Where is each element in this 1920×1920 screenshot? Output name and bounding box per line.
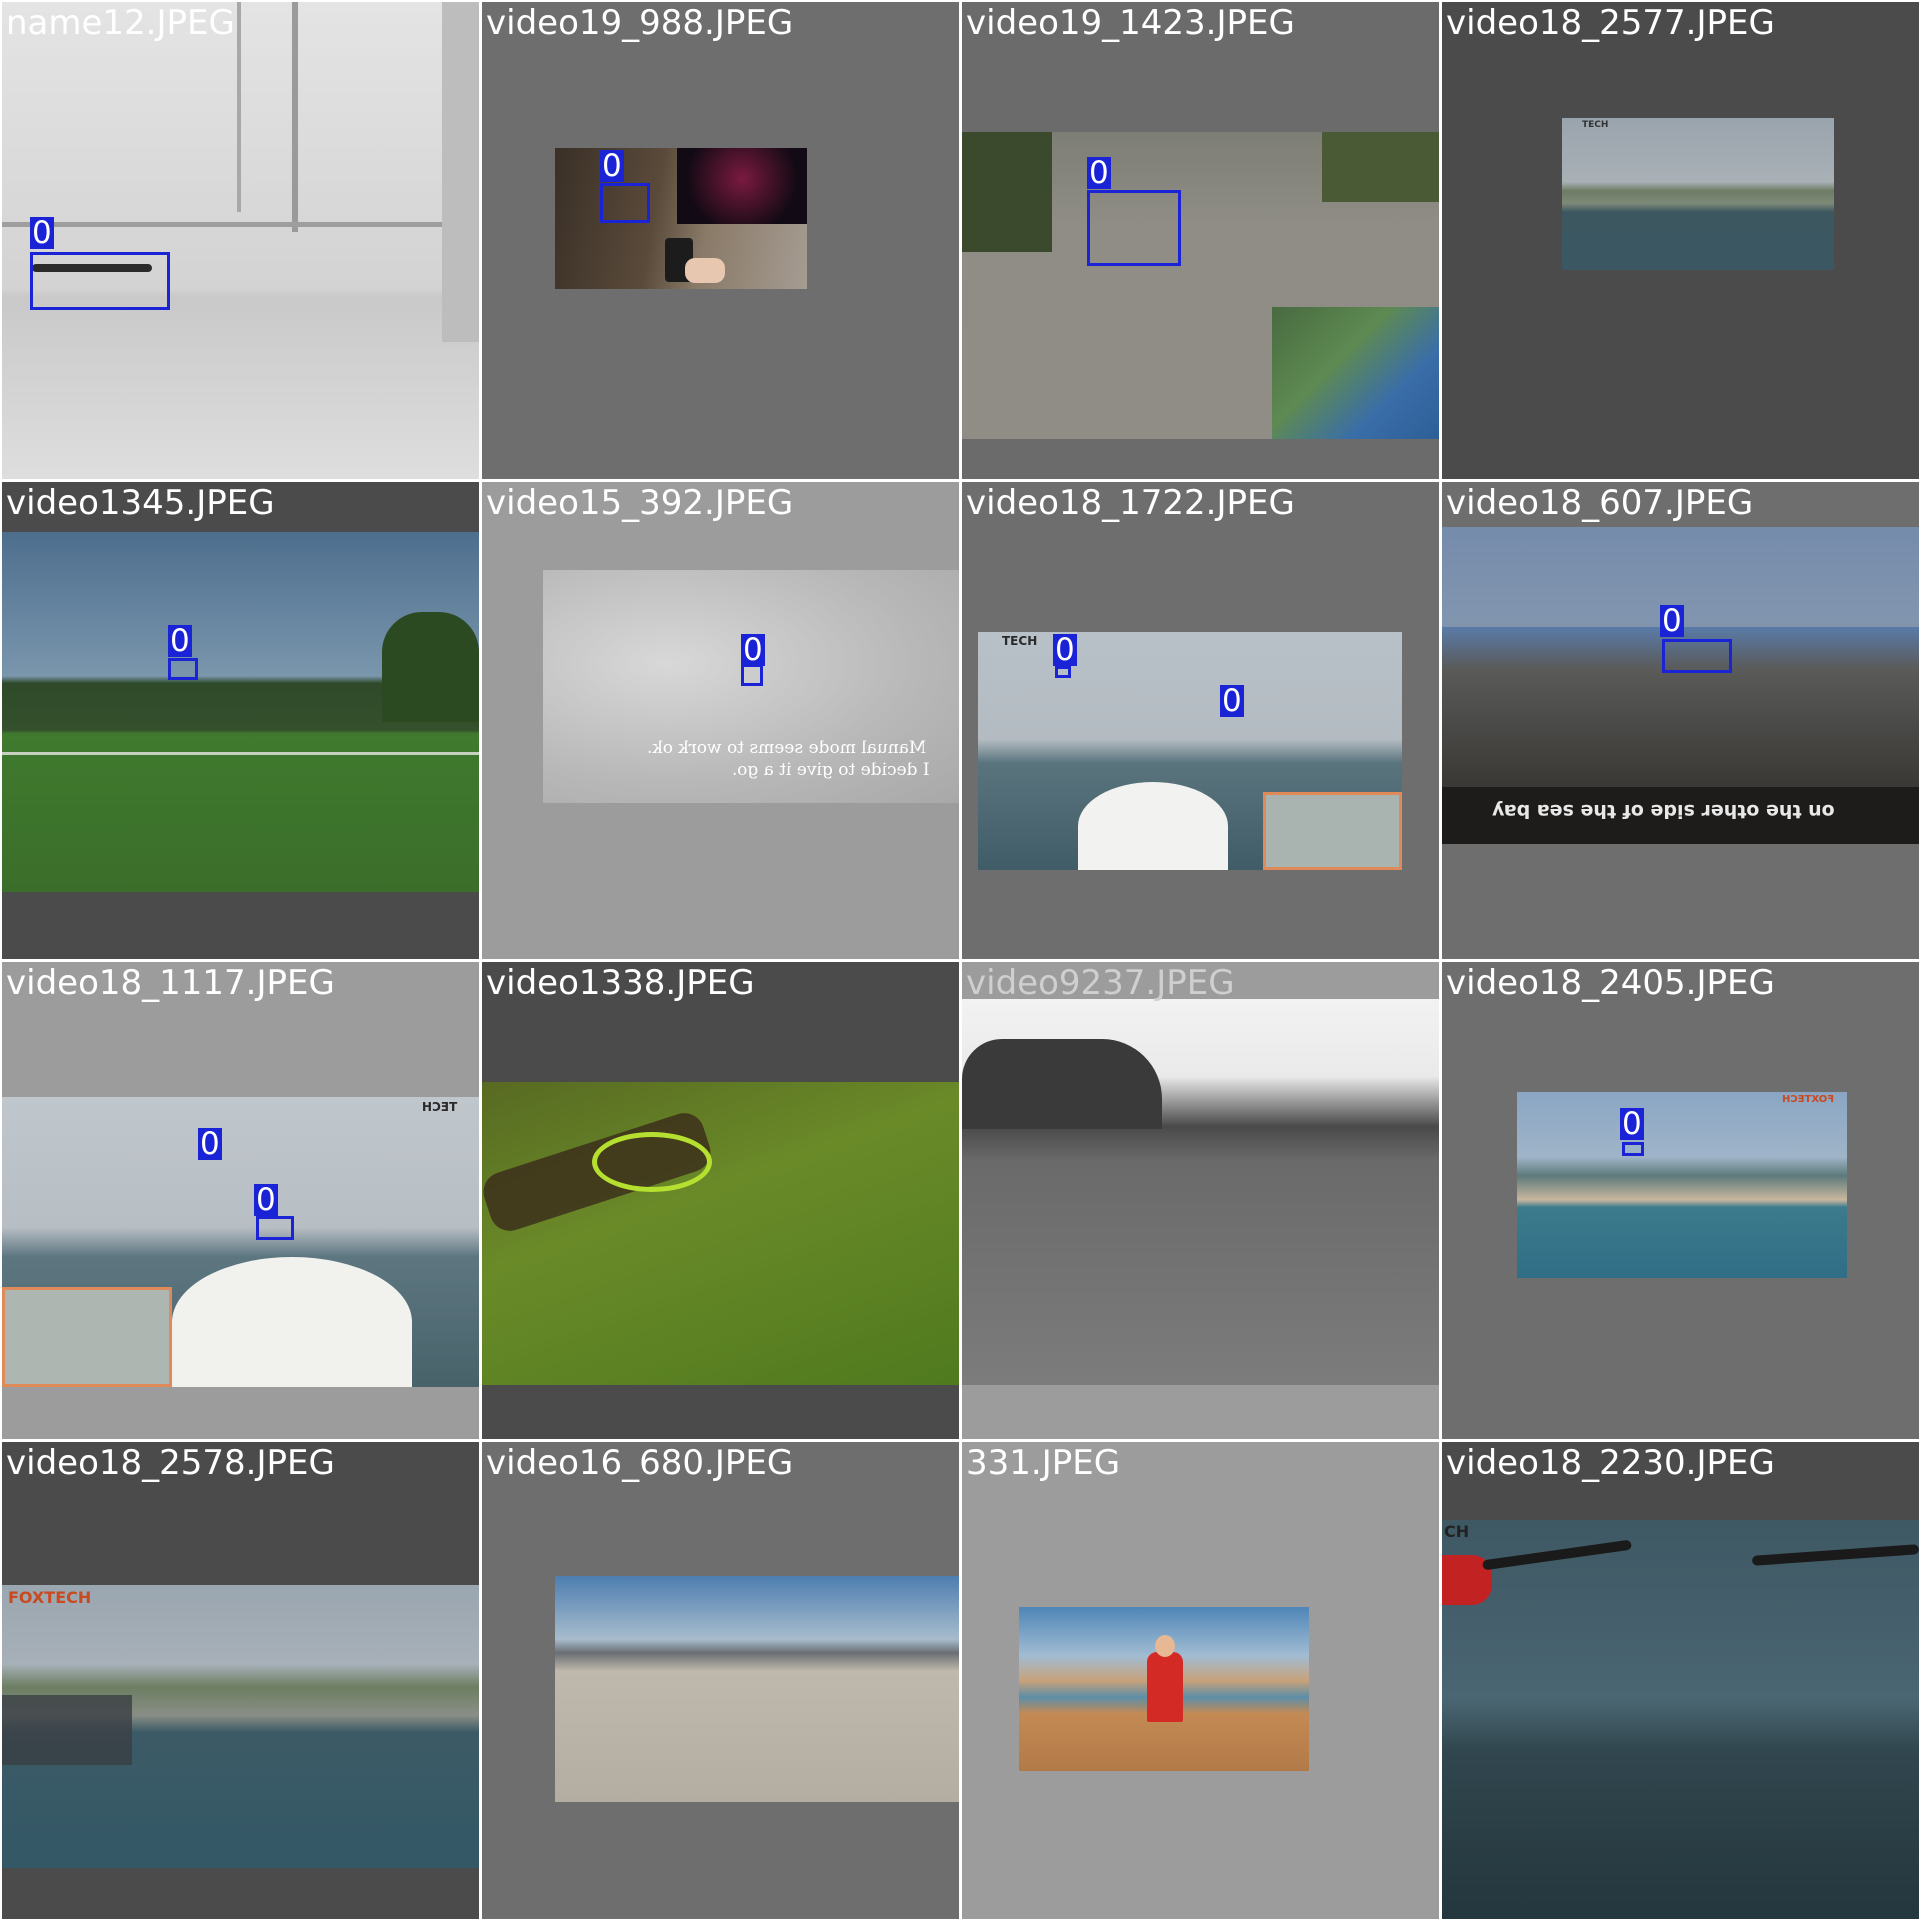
image-filename: 331.JPEG xyxy=(966,1443,1121,1483)
image-tile[interactable]: video19_1423.JPEG 0 xyxy=(962,2,1439,479)
watermark-logo: CH xyxy=(1444,1522,1470,1541)
boat-sea-image xyxy=(978,632,1402,870)
image-filename: video18_2230.JPEG xyxy=(1446,1443,1775,1483)
detection-label: 0 xyxy=(741,632,765,668)
person-with-drone-image xyxy=(1019,1607,1309,1771)
detection-box xyxy=(168,658,198,680)
image-tile[interactable]: CH video18_2230.JPEG xyxy=(1442,1442,1919,1919)
detection-label: 0 xyxy=(1087,155,1111,191)
image-tile[interactable]: 331.JPEG xyxy=(962,1442,1439,1919)
image-tile[interactable]: video19_988.JPEG 0 xyxy=(482,2,959,479)
waterfront-street-image xyxy=(1442,527,1919,844)
image-tile[interactable]: TECH video18_2577.JPEG xyxy=(1442,2,1919,479)
detection-box xyxy=(600,183,650,223)
detection-label: 0 xyxy=(600,148,624,184)
detection-label: 0 xyxy=(168,623,192,659)
mirrored-caption-line: I decide to give it a go. xyxy=(732,760,930,780)
grey-field-image xyxy=(962,999,1439,1385)
image-filename: video1345.JPEG xyxy=(6,483,275,523)
image-tile[interactable]: TECH video18_1117.JPEG 0 0 xyxy=(2,962,479,1439)
ramp-phone-image xyxy=(555,148,807,289)
image-tile[interactable]: FOXTECH video18_2578.JPEG xyxy=(2,1442,479,1919)
image-tile[interactable]: FOXTECH video18_2405.JPEG 0 xyxy=(1442,962,1919,1439)
mirrored-caption-line: Manual mode seems to work ok. xyxy=(647,738,927,758)
image-filename: video9237.JPEG xyxy=(966,963,1235,1003)
image-filename: video18_1722.JPEG xyxy=(966,483,1295,523)
image-filename: name12.JPEG xyxy=(6,3,235,43)
image-tile[interactable]: video1338.JPEG xyxy=(482,962,959,1439)
detection-box xyxy=(1087,190,1181,266)
detection-box xyxy=(1662,639,1732,673)
harbor-boats-image xyxy=(2,1585,479,1868)
grass-closeup-image xyxy=(482,1082,959,1385)
image-filename: video18_1117.JPEG xyxy=(6,963,335,1003)
image-tile[interactable]: TECH video18_1722.JPEG 0 0 xyxy=(962,482,1439,959)
watermark-logo: TECH xyxy=(1002,634,1038,648)
harbor-image xyxy=(1562,118,1834,270)
detection-box xyxy=(256,1216,294,1240)
detection-label: 0 xyxy=(1620,1106,1644,1142)
detection-box xyxy=(1622,1142,1644,1156)
image-filename: video19_988.JPEG xyxy=(486,3,794,43)
image-grid: name12.JPEG 0 video19_988.JPEG 0 video19… xyxy=(0,0,1920,1920)
image-tile[interactable]: name12.JPEG 0 xyxy=(2,2,479,479)
image-tile[interactable]: video9237.JPEG xyxy=(962,962,1439,1439)
watermark-logo: FOXTECH xyxy=(8,1588,92,1607)
mirrored-caption: on the other side of the sea bay xyxy=(1492,800,1835,822)
watermark-logo: TECH xyxy=(1582,120,1609,130)
indoor-hangar-image xyxy=(2,2,479,479)
image-filename: video16_680.JPEG xyxy=(486,1443,794,1483)
detection-label: 0 xyxy=(1220,683,1244,719)
gravel-path-image xyxy=(962,132,1439,439)
image-tile[interactable]: video16_680.JPEG xyxy=(482,1442,959,1919)
propeller-sea-image xyxy=(1442,1520,1919,1919)
coastal-town-image xyxy=(1517,1092,1847,1278)
image-filename: video1338.JPEG xyxy=(486,963,755,1003)
image-tile[interactable]: video1345.JPEG 0 xyxy=(2,482,479,959)
watermark-logo: FOXTECH xyxy=(1782,1094,1835,1105)
grass-field-image xyxy=(2,532,479,892)
desert-mountains-image xyxy=(555,1576,959,1802)
image-filename: video15_392.JPEG xyxy=(486,483,794,523)
detection-label: 0 xyxy=(254,1182,278,1218)
detection-label: 0 xyxy=(1660,603,1684,639)
detection-label: 0 xyxy=(30,215,54,251)
watermark-logo: TECH xyxy=(422,1100,458,1114)
image-filename: video18_607.JPEG xyxy=(1446,483,1754,523)
image-filename: video19_1423.JPEG xyxy=(966,3,1295,43)
detection-box xyxy=(30,252,170,310)
detection-label: 0 xyxy=(198,1126,222,1162)
image-filename: video18_2405.JPEG xyxy=(1446,963,1775,1003)
boat-bow-image xyxy=(2,1097,479,1387)
image-tile[interactable]: on the other side of the sea bay video18… xyxy=(1442,482,1919,959)
detection-label: 0 xyxy=(1053,632,1077,668)
image-tile[interactable]: Manual mode seems to work ok. I decide t… xyxy=(482,482,959,959)
image-filename: video18_2578.JPEG xyxy=(6,1443,335,1483)
image-filename: video18_2577.JPEG xyxy=(1446,3,1775,43)
